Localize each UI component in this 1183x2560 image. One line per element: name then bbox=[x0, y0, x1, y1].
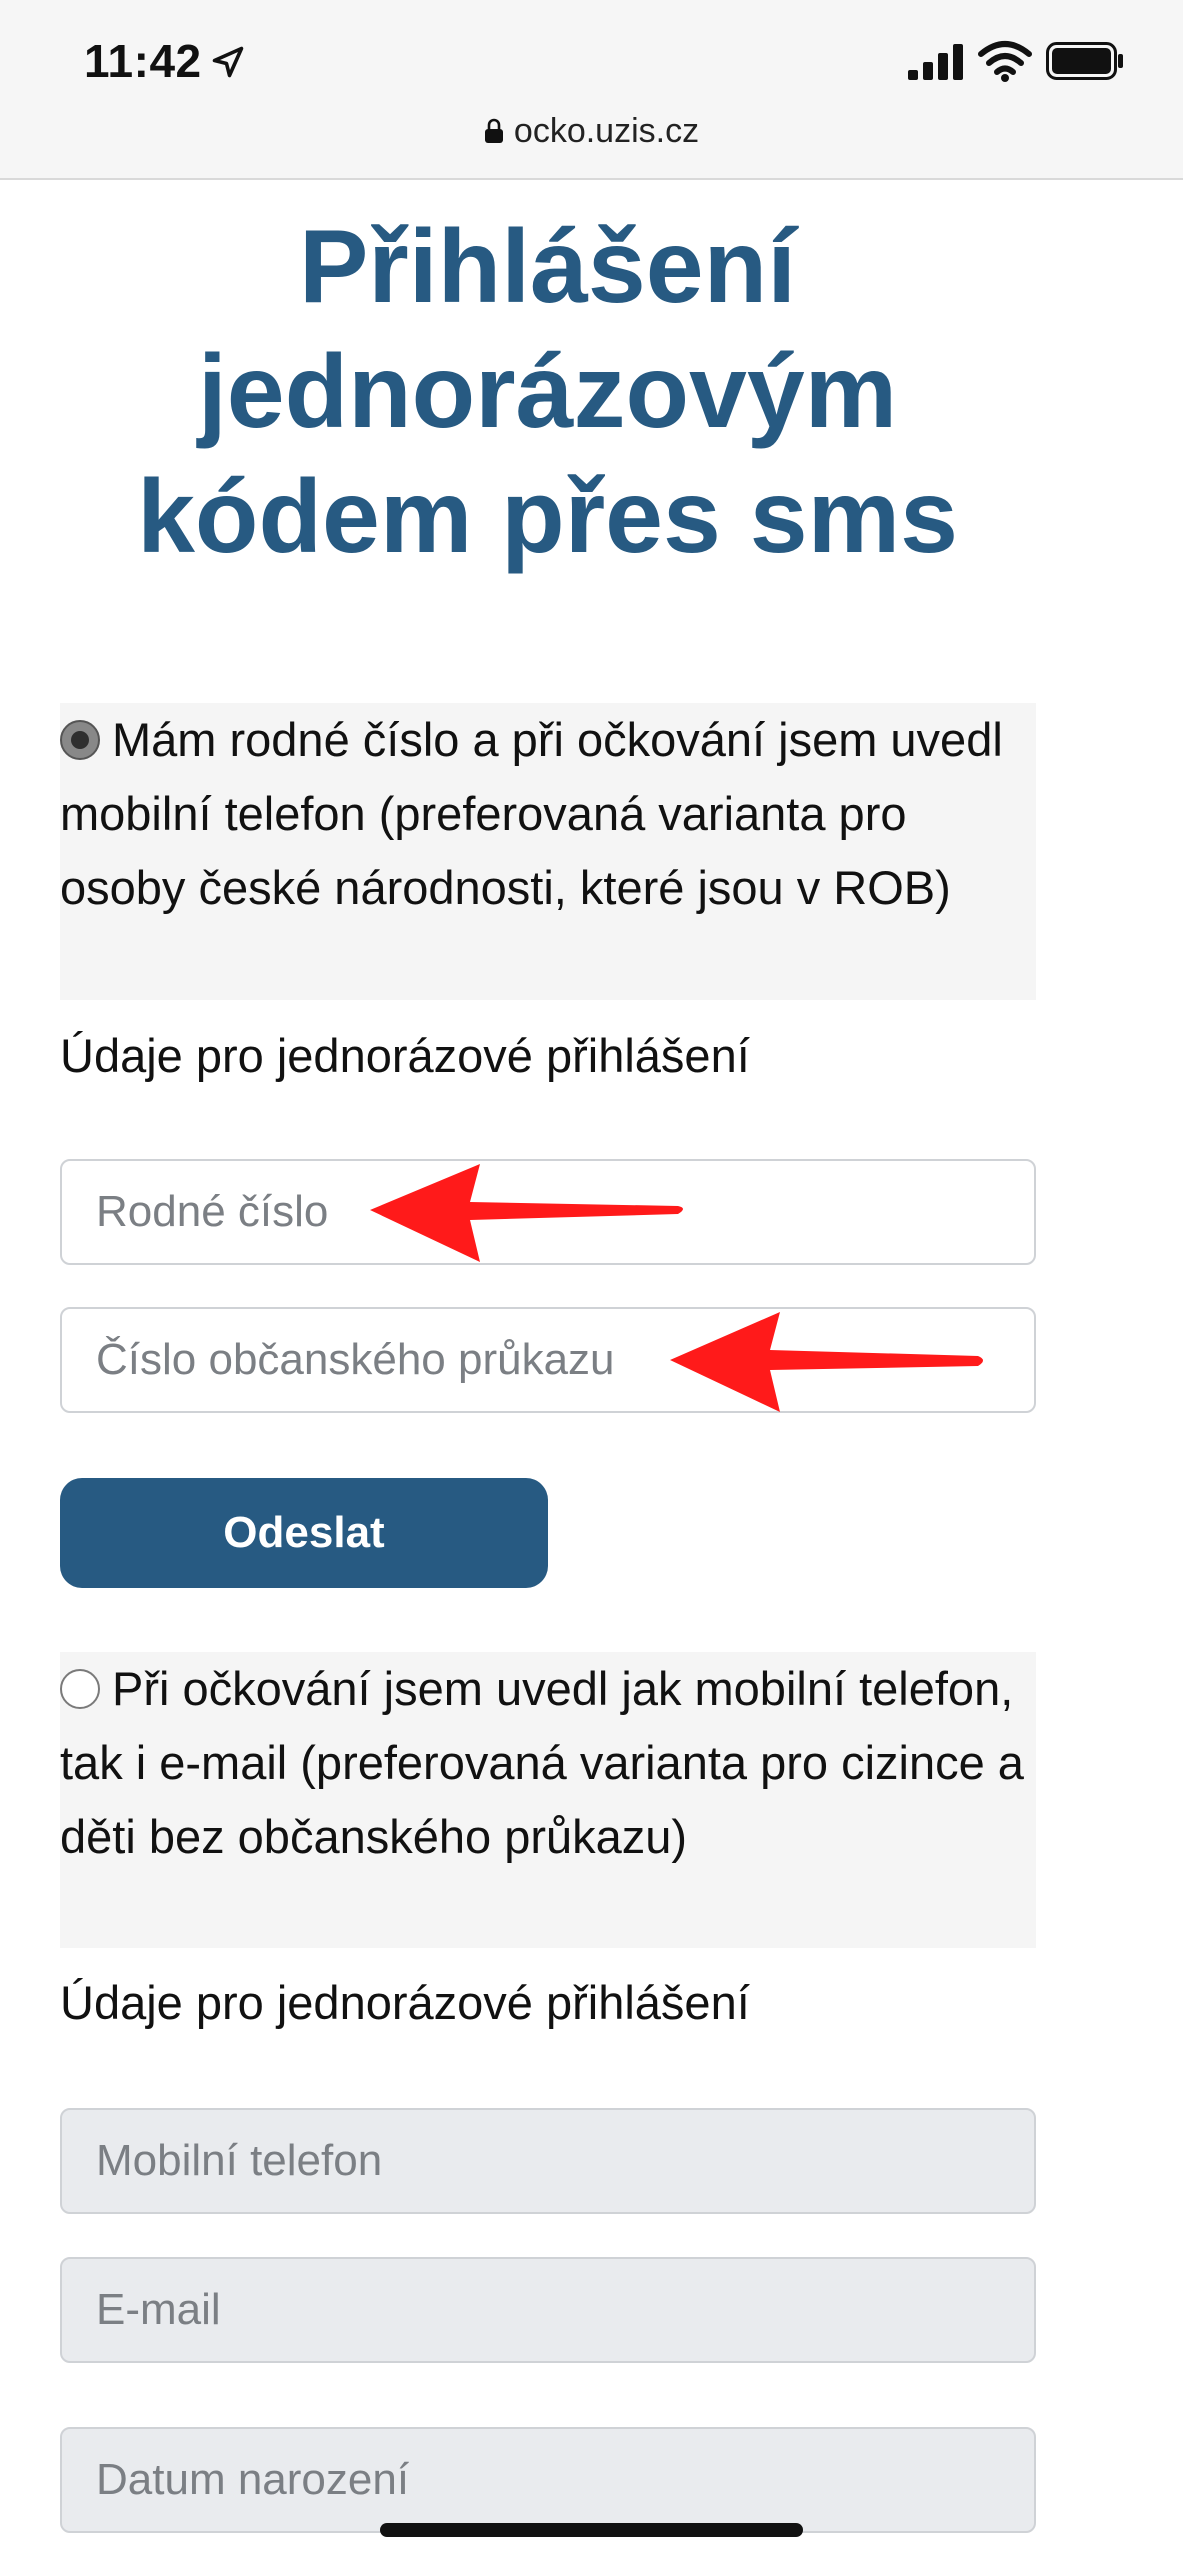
battery-icon bbox=[1046, 42, 1123, 80]
page-title: Přihlášení jednorázovým kódem přes sms bbox=[60, 205, 1035, 580]
home-indicator bbox=[380, 2523, 803, 2537]
location-arrow-icon bbox=[212, 46, 244, 78]
title-line: kódem přes sms bbox=[137, 459, 958, 575]
url-bar[interactable]: ocko.uzis.cz bbox=[0, 112, 1183, 151]
signal-icon bbox=[908, 44, 963, 80]
status-time: 11:42 bbox=[84, 35, 202, 87]
email-placeholder: E-mail bbox=[96, 2285, 221, 2334]
browser-top-bar: 11:42 ocko.uzis.cz bbox=[0, 0, 1183, 180]
option-phone-email[interactable]: Při očkování jsem uvedl jak mobilní tele… bbox=[60, 1652, 1036, 1948]
phone-input[interactable]: Mobilní telefon bbox=[60, 2108, 1036, 2214]
radio-unchecked-icon[interactable] bbox=[60, 1669, 100, 1709]
title-line: Přihlášení bbox=[298, 209, 797, 325]
lock-icon bbox=[484, 118, 503, 143]
email-input[interactable]: E-mail bbox=[60, 2257, 1036, 2363]
radio-checked-icon[interactable] bbox=[60, 720, 100, 760]
phone-placeholder: Mobilní telefon bbox=[96, 2136, 383, 2185]
option-rodne-cislo[interactable]: Mám rodné číslo a při očkování jsem uved… bbox=[60, 703, 1036, 1000]
section-label: Údaje pro jednorázové přihlášení bbox=[60, 1029, 750, 1082]
wifi-icon bbox=[978, 41, 1032, 82]
rodne-cislo-placeholder: Rodné číslo bbox=[96, 1187, 329, 1236]
option-rodne-cislo-label: Mám rodné číslo a při očkování jsem uved… bbox=[60, 713, 1003, 914]
red-arrow-annotation bbox=[370, 1164, 683, 1262]
section-label: Údaje pro jednorázové přihlášení bbox=[60, 1976, 750, 2029]
url-text: ocko.uzis.cz bbox=[513, 112, 700, 150]
op-number-placeholder: Číslo občanského průkazu bbox=[96, 1335, 615, 1384]
dob-placeholder: Datum narození bbox=[96, 2455, 410, 2504]
option-phone-email-label: Při očkování jsem uvedl jak mobilní tele… bbox=[60, 1662, 1024, 1863]
dob-input[interactable]: Datum narození bbox=[60, 2427, 1036, 2533]
title-line: jednorázovým bbox=[197, 334, 898, 450]
submit-button[interactable]: Odeslat bbox=[60, 1478, 548, 1588]
red-arrow-annotation bbox=[670, 1312, 983, 1412]
